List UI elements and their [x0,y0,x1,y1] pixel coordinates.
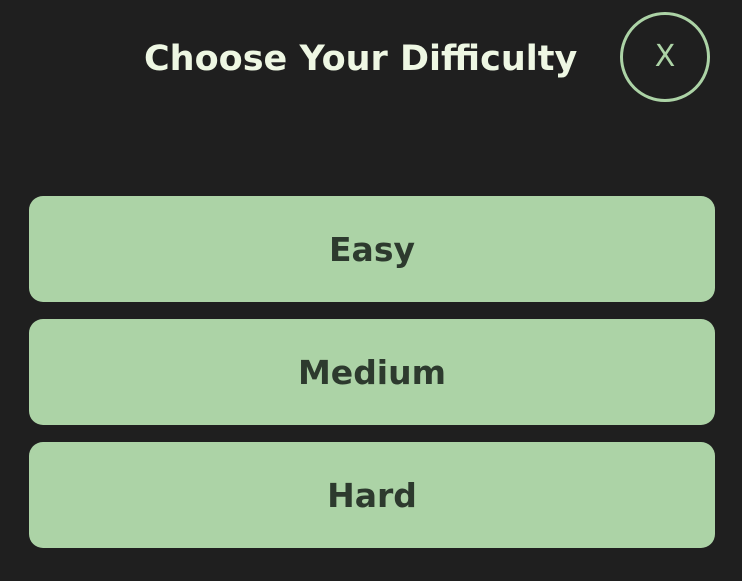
close-button[interactable]: X [620,12,710,102]
hard-button[interactable]: Hard [29,442,715,548]
difficulty-dialog: Choose Your Difficulty X Easy Medium Har… [0,0,742,581]
easy-button[interactable]: Easy [29,196,715,302]
easy-button-label: Easy [329,229,415,269]
medium-button-label: Medium [297,352,447,392]
dialog-title: Choose Your Difficulty [144,39,578,79]
close-icon: X [654,39,676,74]
medium-button[interactable]: Medium [29,319,715,425]
hard-button-label: Hard [327,475,417,515]
